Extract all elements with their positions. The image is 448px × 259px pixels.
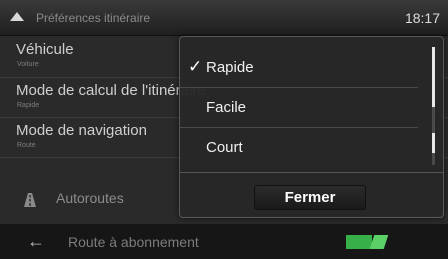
option-court[interactable]: Court [180,128,418,168]
page-title: Préférences itinéraire [36,11,151,25]
option-rapide[interactable]: ✓ Rapide [180,48,418,88]
screen: Préférences itinéraire 18:17 Véhicule Vo… [0,0,448,259]
toggle-track [346,235,372,249]
scrollbar-thumb[interactable] [432,47,435,107]
header-bar: Préférences itinéraire 18:17 [0,0,448,36]
divider [180,172,443,173]
route-mode-popup: ✓ Rapide Facile Court Fermer [179,36,444,218]
check-icon: ✓ [188,57,203,76]
list-item-label: Autoroutes [56,190,124,206]
highway-icon [24,193,36,207]
footer-bar: ← Route à abonnement [0,224,448,259]
option-facile[interactable]: Facile [180,88,418,128]
back-arrow-icon[interactable]: ← [27,231,45,252]
clock: 18:17 [404,10,440,26]
list-item-value: Rapide [17,102,40,109]
list-item-label: Mode de navigation [16,122,147,139]
list-item-value: Route [17,142,36,149]
option-label: Court [206,139,243,156]
list-item-label: Véhicule [16,41,74,58]
option-label: Facile [206,99,247,116]
scrollbar-thumb-lower [432,133,435,153]
toggle-switch[interactable] [346,235,389,249]
footer-label: Route à abonnement [68,234,199,250]
up-arrow-icon[interactable] [10,12,24,21]
option-label: Rapide [206,59,254,76]
list-item-label: Mode de calcul de l'itinéraire [16,82,206,99]
close-button[interactable]: Fermer [254,185,366,210]
list-item-value: Voiture [17,61,39,68]
toggle-knob [369,235,389,249]
